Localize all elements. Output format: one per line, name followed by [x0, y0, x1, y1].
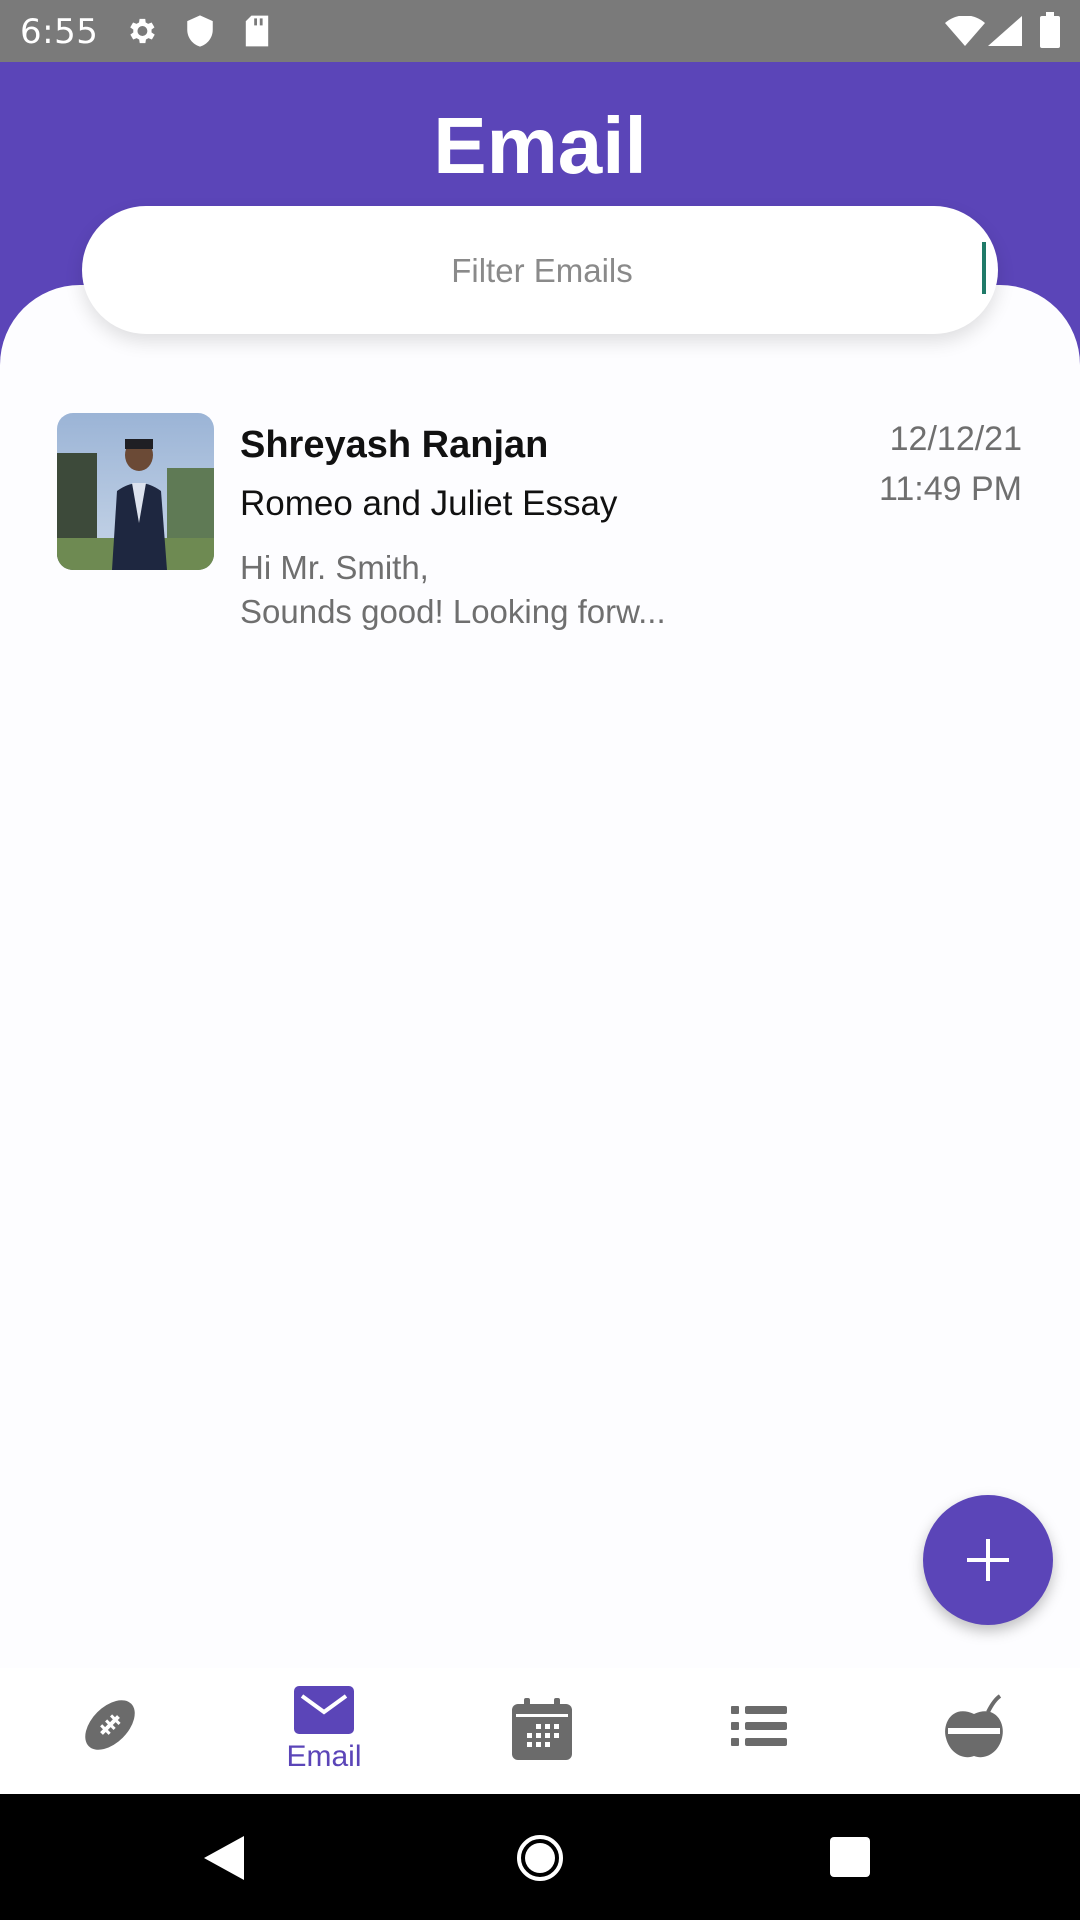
email-sender: Shreyash Ranjan [240, 424, 549, 466]
back-icon[interactable] [204, 1836, 246, 1880]
email-list-item[interactable]: Shreyash Ranjan Romeo and Juliet Essay H… [0, 400, 1080, 640]
status-bar: 6:55 [0, 0, 1080, 62]
recents-icon[interactable] [830, 1837, 870, 1877]
football-icon [85, 1700, 135, 1750]
battery-icon [1040, 12, 1060, 48]
avatar [57, 413, 214, 570]
email-time: 11:49 PM [878, 470, 1022, 508]
filter-emails-input[interactable] [82, 206, 1002, 336]
nav-item-sports[interactable] [2, 1668, 218, 1794]
apple-icon [945, 1694, 1003, 1758]
avatar-photo [57, 413, 214, 570]
signal-icon [988, 16, 1022, 46]
sd-card-icon [245, 15, 269, 47]
system-navigation-bar [0, 1794, 1080, 1920]
nav-label-email: Email [286, 1740, 362, 1773]
home-icon[interactable] [516, 1834, 564, 1882]
email-date: 12/12/21 [889, 420, 1022, 458]
plus-icon [967, 1539, 1009, 1581]
email-preview-line: Sounds good! Looking forw... [240, 593, 666, 630]
text-cursor [982, 242, 986, 294]
wifi-icon [945, 16, 985, 46]
email-preview-line: Hi Mr. Smith, [240, 549, 429, 586]
list-icon [731, 1706, 787, 1746]
compose-email-button[interactable] [923, 1495, 1053, 1625]
nav-item-nutrition[interactable] [864, 1668, 1080, 1794]
status-time: 6:55 [20, 12, 99, 52]
email-preview: Hi Mr. Smith, Sounds good! Looking forw.… [240, 546, 800, 634]
email-subject: Romeo and Juliet Essay [240, 484, 618, 523]
nav-item-email[interactable]: Email [216, 1668, 432, 1794]
bottom-navigation: Email [0, 1668, 1080, 1794]
nav-item-list[interactable] [650, 1668, 866, 1794]
nav-item-calendar[interactable] [434, 1668, 650, 1794]
page-title: Email [433, 101, 647, 190]
calendar-icon [512, 1698, 572, 1760]
shield-icon [187, 15, 213, 47]
gear-icon [130, 18, 155, 44]
screen: { "status_bar": { "time": "6:55", "icons… [0, 0, 1080, 1920]
search-box[interactable] [82, 206, 1002, 336]
mail-icon [294, 1686, 354, 1734]
